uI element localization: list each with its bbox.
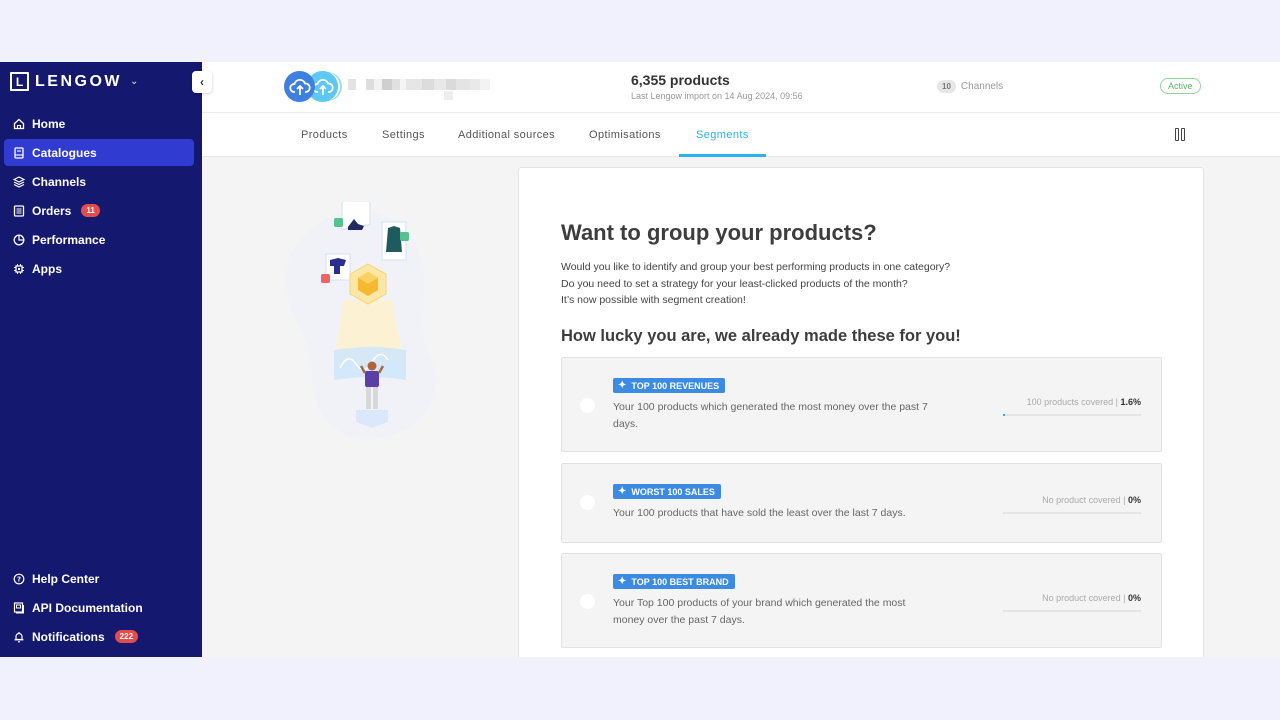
app-window: L LENGOW ⌄ Home Catalogues Channels Orde… (0, 62, 1280, 657)
segment-tag: ✦ WORST 100 SALES (613, 484, 721, 499)
sidebar-item-label: API Documentation (32, 600, 143, 615)
columns-toggle-icon[interactable] (1175, 128, 1185, 141)
secondary-nav: ? Help Center API Documentation Notifica… (4, 565, 194, 652)
segment-coverage: No product covered | 0% (1042, 593, 1141, 603)
sidebar-item-label: Apps (32, 261, 62, 276)
segment-tag: ✦ TOP 100 REVENUES (613, 378, 726, 393)
page-title: Want to group your products? (561, 220, 877, 245)
segment-tag-icon: ✦ (618, 485, 627, 497)
sidebar-item-api-documentation[interactable]: API Documentation (4, 594, 194, 621)
sidebar-item-label: Home (32, 116, 66, 131)
collapse-sidebar-button[interactable]: ‹ (192, 71, 212, 93)
segment-radio[interactable] (580, 398, 595, 413)
tab-settings[interactable]: Settings (382, 113, 425, 157)
segment-description: Your Top 100 products of your brand whic… (613, 597, 906, 626)
sidebar-item-label: Performance (32, 232, 106, 247)
svg-text:?: ? (17, 575, 21, 583)
segment-option-top-100-best-brand[interactable]: ✦ TOP 100 BEST BRAND Your Top 100 produc… (561, 553, 1162, 648)
pie-chart-icon (13, 234, 25, 246)
chevron-left-icon: ‹ (200, 75, 204, 89)
last-import-date: Last Lengow import on 14 Aug 2024, 09:56 (631, 91, 803, 101)
sidebar-item-help-center[interactable]: ? Help Center (4, 565, 194, 592)
segment-description: Your 100 products which generated the mo… (613, 401, 928, 430)
catalogue-header: 6,355 products Last Lengow import on 14 … (202, 62, 1280, 113)
channels-count-badge: 10 (937, 80, 956, 93)
tab-segments[interactable]: Segments (679, 113, 766, 157)
sidebar-item-orders[interactable]: Orders 11 (4, 197, 194, 224)
cloud-upload-icon (284, 71, 315, 102)
segments-card: Want to group your products? Would you l… (518, 167, 1204, 657)
sidebar-item-label: Catalogues (32, 145, 97, 160)
tab-additional-sources[interactable]: Additional sources (458, 113, 555, 157)
segments-illustration (282, 193, 442, 442)
api-doc-icon (13, 601, 25, 614)
brand-menu[interactable]: L LENGOW ⌄ (10, 72, 138, 91)
sidebar: L LENGOW ⌄ Home Catalogues Channels Orde… (0, 62, 202, 657)
status-badge: Active (1160, 78, 1201, 94)
sidebar-item-performance[interactable]: Performance (4, 226, 194, 253)
sidebar-item-label: Channels (32, 174, 87, 189)
sidebar-item-home[interactable]: Home (4, 110, 194, 137)
catalogue-icon (13, 146, 25, 159)
segment-tag: ✦ TOP 100 BEST BRAND (613, 574, 735, 589)
orders-count-badge: 11 (81, 204, 100, 217)
tab-optimisations[interactable]: Optimisations (589, 113, 661, 157)
segment-coverage: No product covered | 0% (1042, 495, 1141, 505)
bell-icon (13, 631, 25, 643)
segment-coverage-bar-fill (1003, 414, 1006, 416)
sidebar-item-label: Orders (32, 203, 72, 218)
intro-text: Would you like to identify and group you… (561, 261, 951, 306)
notifications-count-badge: 222 (114, 630, 139, 643)
logo-icon: L (10, 72, 29, 91)
tab-products[interactable]: Products (301, 113, 348, 157)
help-icon: ? (13, 573, 25, 585)
chevron-down-icon: ⌄ (130, 76, 139, 87)
segment-coverage: 100 products covered | 1.6% (1026, 397, 1141, 407)
sidebar-item-catalogues[interactable]: Catalogues (4, 139, 194, 166)
products-count: 6,355 products (631, 72, 730, 88)
segment-tag-icon: ✦ (618, 379, 627, 391)
segment-radio[interactable] (580, 495, 595, 510)
segment-coverage-bar (1003, 610, 1141, 612)
sidebar-item-notifications[interactable]: Notifications 222 (4, 623, 194, 650)
channels-label: Channels (960, 81, 1004, 92)
main-nav: Home Catalogues Channels Orders 11 Perfo… (4, 110, 194, 284)
layers-icon (13, 175, 25, 188)
segment-tag-icon: ✦ (618, 575, 627, 587)
sidebar-item-label: Notifications (32, 629, 105, 644)
sidebar-item-apps[interactable]: Apps (4, 255, 194, 282)
sidebar-item-label: Help Center (32, 571, 100, 586)
segment-description: Your 100 products that have sold the lea… (613, 507, 906, 519)
segment-option-worst-100-sales[interactable]: ✦ WORST 100 SALES Your 100 products that… (561, 463, 1162, 543)
catalogue-source-icons (284, 71, 344, 103)
receipt-icon (13, 204, 25, 217)
segment-radio[interactable] (580, 594, 595, 609)
segment-coverage-bar (1003, 512, 1141, 514)
section-subtitle: How lucky you are, we already made these… (561, 327, 961, 345)
segment-option-top-100-revenues[interactable]: ✦ TOP 100 REVENUES Your 100 products whi… (561, 357, 1162, 452)
home-icon (13, 118, 25, 130)
catalogue-tabs: Products Settings Additional sources Opt… (202, 113, 1280, 157)
channels-link[interactable]: 10 Channels (937, 80, 1003, 93)
catalogue-name-redacted (348, 79, 490, 90)
chip-icon (13, 263, 25, 275)
sidebar-item-channels[interactable]: Channels (4, 168, 194, 195)
brand-name: LENGOW (35, 72, 122, 90)
segment-coverage-bar (1003, 414, 1141, 416)
